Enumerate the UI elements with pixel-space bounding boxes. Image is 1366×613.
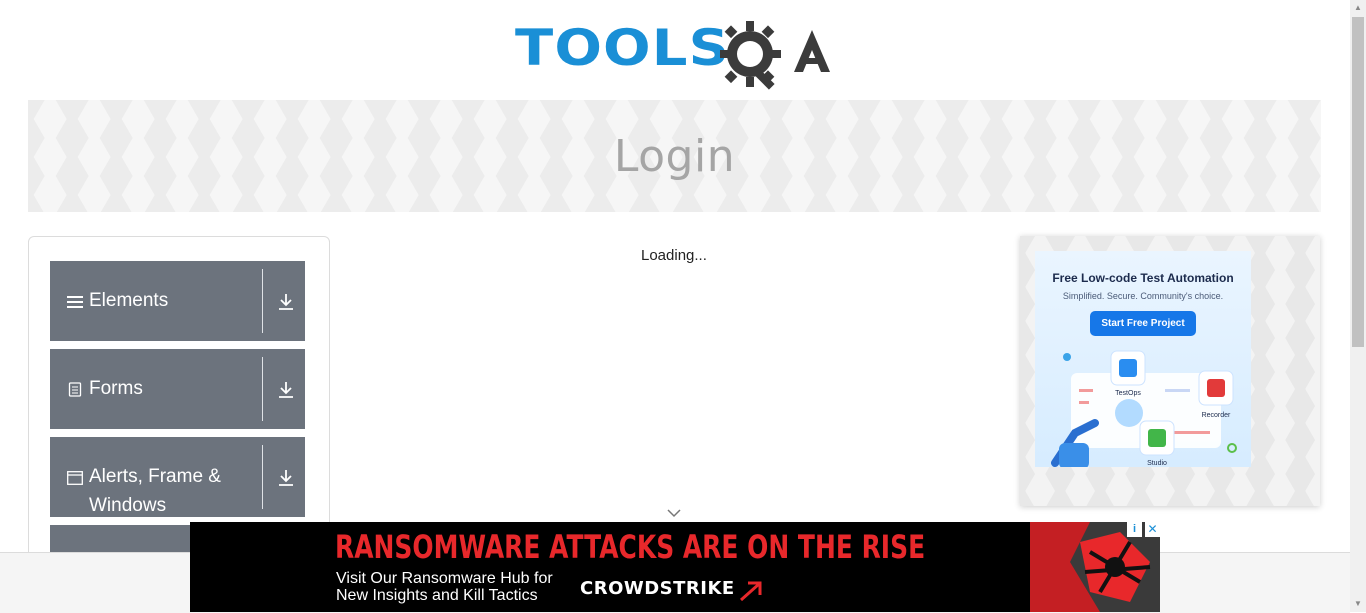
divider — [262, 269, 263, 333]
ad-info-icon[interactable]: i — [1127, 522, 1142, 537]
loading-text: Loading... — [641, 247, 707, 264]
ad-label-testops: TestOps — [1115, 390, 1141, 397]
vertical-scrollbar[interactable]: ▲ ▼ — [1350, 0, 1366, 612]
download-arrow-icon[interactable] — [278, 381, 294, 399]
toolsqa-logo[interactable]: TOOLS — [515, 16, 840, 92]
menu-icon — [67, 296, 83, 308]
bottom-advertisement[interactable]: RANSOMWARE ATTACKS ARE ON THE RISE Visit… — [190, 522, 1160, 612]
document-icon — [68, 382, 82, 397]
ad-body: Visit Our Ransomware Hub for New Insight… — [336, 570, 553, 604]
sidebar-group-label: Alerts, Frame & Windows — [89, 466, 221, 516]
divider — [262, 445, 263, 509]
ad-body-line: New Insights and Kill Tactics — [336, 587, 538, 604]
download-arrow-icon[interactable] — [278, 293, 294, 311]
ad-headline: RANSOMWARE ATTACKS ARE ON THE RISE — [335, 528, 926, 566]
ad-label-studio: Studio — [1147, 460, 1167, 467]
sidebar-group-label: Forms — [89, 378, 143, 399]
chevron-down-icon[interactable] — [666, 508, 682, 518]
page-title: Login — [613, 130, 736, 182]
ad-body-line: Visit Our Ransomware Hub for — [336, 570, 553, 587]
start-free-project-button[interactable]: Start Free Project — [1090, 311, 1196, 336]
page-banner: Login — [28, 100, 1321, 212]
ad-illustration: TestOps Recorder Studio — [1051, 350, 1237, 467]
gear-magnifier-logo-icon — [720, 21, 830, 90]
divider — [262, 357, 263, 421]
download-arrow-icon[interactable] — [278, 469, 294, 487]
logo-text-tools: TOOLS — [515, 19, 731, 77]
ad-card[interactable]: Free Low-code Test Automation Simplified… — [1035, 251, 1251, 467]
close-icon[interactable]: ✕ — [1145, 522, 1160, 537]
scroll-up-icon[interactable]: ▲ — [1350, 0, 1366, 16]
sidebar-group-elements[interactable]: Elements — [50, 261, 305, 341]
crowdstrike-logo: CROWDSTRIKE — [580, 578, 735, 599]
ad-title: Free Low-code Test Automation — [1052, 271, 1234, 285]
ad-subtitle: Simplified. Secure. Community's choice. — [1062, 291, 1224, 301]
sidebar-group-label: Elements — [89, 290, 169, 311]
window-icon — [67, 471, 83, 485]
scroll-thumb[interactable] — [1352, 17, 1364, 347]
ad-label-recorder: Recorder — [1202, 412, 1231, 419]
sidebar-group-forms[interactable]: Forms — [50, 349, 305, 429]
sidebar-group-alerts[interactable]: Alerts, Frame & Windows — [50, 437, 305, 517]
arrow-up-right-icon[interactable] — [738, 579, 764, 603]
scroll-down-icon[interactable]: ▼ — [1350, 596, 1366, 612]
right-advertisement[interactable]: Free Low-code Test Automation Simplified… — [1020, 236, 1320, 506]
